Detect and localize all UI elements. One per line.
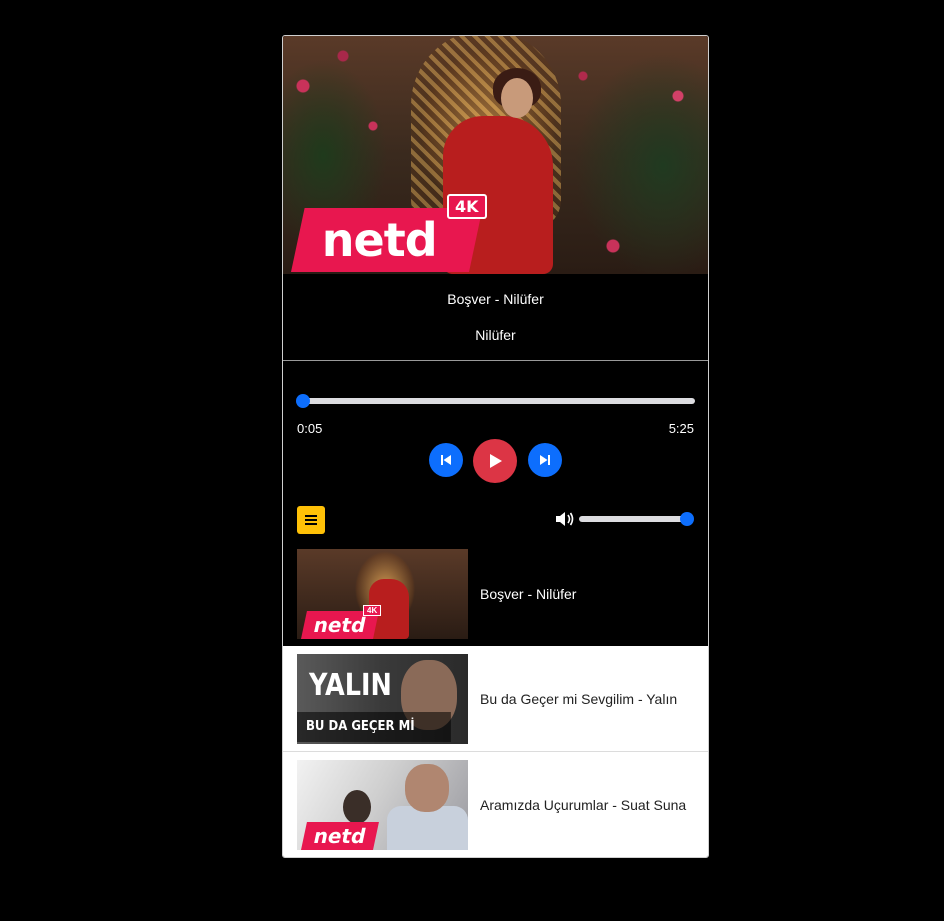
volume-slider[interactable] xyxy=(579,512,694,526)
duration-time: 5:25 xyxy=(668,421,694,436)
playlist-item[interactable]: netd Aramızda Uçurumlar - Suat Suna xyxy=(283,752,708,857)
thumbnail-subtitle: BU DA GEÇER Mİ SEVGİLİM xyxy=(297,712,451,742)
volume-slider-thumb[interactable] xyxy=(680,512,694,526)
playlist: netd 4K Boşver - Nilüfer YALIN BU DA GEÇ… xyxy=(283,541,708,857)
playlist-item-label: Bu da Geçer mi Sevgilim - Yalın xyxy=(480,690,678,707)
seek-slider-thumb[interactable] xyxy=(295,394,310,408)
playlist-thumbnail: YALIN BU DA GEÇER Mİ SEVGİLİM xyxy=(297,654,468,744)
playlist-item-label: Boşver - Nilüfer xyxy=(480,585,577,602)
thumbnail-title: YALIN xyxy=(309,668,392,703)
now-playing-title: Boşver - Nilüfer xyxy=(447,291,544,307)
netd-logo: netd xyxy=(301,822,379,850)
4k-badge: 4K xyxy=(363,605,382,616)
list-icon xyxy=(305,515,317,525)
play-icon xyxy=(490,454,502,468)
seek-slider[interactable] xyxy=(295,394,695,408)
divider xyxy=(283,360,708,361)
playlist-thumbnail: netd xyxy=(297,760,468,850)
playlist-toggle-button[interactable] xyxy=(297,506,325,534)
previous-button[interactable] xyxy=(429,443,463,477)
album-cover: netd 4K xyxy=(283,36,708,274)
volume-icon[interactable] xyxy=(555,510,575,528)
current-time: 0:05 xyxy=(297,421,323,436)
now-playing-artist: Nilüfer xyxy=(475,327,516,343)
skip-back-icon xyxy=(441,455,451,465)
cover-face-art xyxy=(501,78,533,118)
music-player: netd 4K Boşver - Nilüfer Nilüfer 0:05 5:… xyxy=(282,35,709,858)
playlist-item-label: Aramızda Uçurumlar - Suat Suna xyxy=(480,796,687,813)
play-button[interactable] xyxy=(473,439,517,483)
4k-badge: 4K xyxy=(447,194,487,219)
next-button[interactable] xyxy=(528,443,562,477)
playlist-item[interactable]: YALIN BU DA GEÇER Mİ SEVGİLİM Bu da Geçe… xyxy=(283,646,708,752)
playlist-item[interactable]: netd 4K Boşver - Nilüfer xyxy=(283,541,708,646)
playlist-thumbnail: netd 4K xyxy=(297,549,468,639)
skip-forward-icon xyxy=(540,455,550,465)
